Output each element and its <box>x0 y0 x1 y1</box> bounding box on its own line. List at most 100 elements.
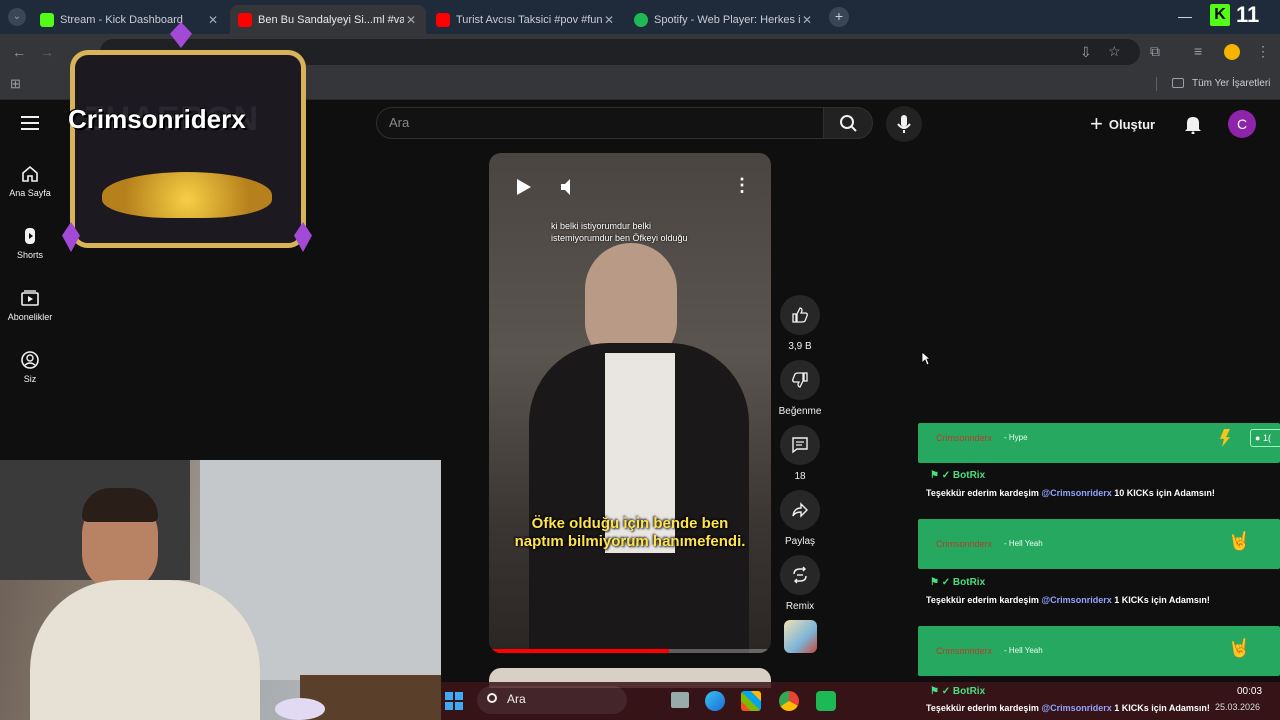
thumbs-up-icon <box>792 307 808 323</box>
progress-fill <box>489 649 670 653</box>
chat-message-text: Teşekkür ederim kardeşim <box>926 703 1042 713</box>
close-tab-icon[interactable]: ✕ <box>602 13 616 27</box>
webcam-person-hair <box>82 488 158 522</box>
chat-event-user: Crimsonriderx <box>936 433 993 443</box>
search-button[interactable] <box>823 107 873 139</box>
folder-icon <box>1172 78 1184 88</box>
webcam-feed <box>0 460 441 720</box>
voice-search-button[interactable] <box>886 106 922 142</box>
chat-event-type: - Hell Yeah <box>1004 646 1043 655</box>
avatar[interactable]: C <box>1228 110 1256 138</box>
bot-name: BotRix <box>952 470 986 481</box>
media-control-icon[interactable]: ≡ <box>1194 43 1202 59</box>
bot-name: BotRix <box>952 577 986 588</box>
install-app-icon[interactable]: ⇩ <box>1080 44 1092 61</box>
tab-title: Spotify - Web Player: Herkes iç <box>654 13 800 26</box>
back-icon[interactable]: ← <box>12 44 26 60</box>
microphone-icon <box>897 115 911 133</box>
new-tab-icon[interactable]: + <box>829 7 849 27</box>
bookmark-star-icon[interactable]: ☆ <box>1108 43 1121 60</box>
windows-start-icon[interactable] <box>445 692 463 710</box>
app-icon[interactable] <box>816 691 836 711</box>
sidebar-item-subscriptions[interactable]: Abonelikler <box>0 288 60 322</box>
close-tab-icon[interactable]: ✕ <box>404 13 418 27</box>
sound-thumbnail[interactable] <box>784 620 817 653</box>
apps-grid-icon[interactable]: ⊞ <box>10 76 21 92</box>
like-button[interactable]: 3,9 B <box>778 295 822 352</box>
remix-icon <box>793 566 807 584</box>
sidebar-item-label: Siz <box>23 374 37 384</box>
youtube-favicon-icon <box>436 12 450 27</box>
bot-tag: ⚑ ✓ BotRix <box>930 470 986 481</box>
kick-amount: 1( <box>1262 433 1271 443</box>
progress-track[interactable] <box>489 649 771 653</box>
taskbar-search[interactable]: Ara <box>477 686 627 714</box>
divider <box>1156 77 1157 91</box>
close-tab-icon[interactable]: ✕ <box>800 13 814 27</box>
subscriptions-icon <box>21 290 39 306</box>
sidebar-item-label: Abonelikler <box>7 312 53 322</box>
sidebar-item-home[interactable]: Ana Sayfa <box>0 164 60 198</box>
forward-icon[interactable]: → <box>40 44 54 60</box>
chat-event-type: - Hype <box>1004 433 1028 442</box>
comments-button[interactable]: 18 <box>778 425 822 482</box>
profile-icon[interactable] <box>1224 44 1240 60</box>
bot-name: BotRix <box>952 686 986 697</box>
home-icon <box>22 165 38 182</box>
short-video-player[interactable]: ⋮ ki belki istiyorumdur belki istemiyoru… <box>489 153 771 653</box>
sidebar-item-label: Ana Sayfa <box>9 188 51 198</box>
lightning-icon <box>1220 429 1230 447</box>
you-icon <box>21 351 39 369</box>
share-icon <box>792 502 808 518</box>
tab-spotify[interactable]: Spotify - Web Player: Herkes iç ✕ <box>626 5 822 34</box>
play-icon[interactable] <box>511 175 535 199</box>
frame-border <box>70 50 306 248</box>
comment-count: 18 <box>794 471 806 482</box>
kick-badge-count: 11 <box>1236 2 1260 27</box>
all-bookmarks-link[interactable]: Tüm Yer İşaretleri <box>1192 78 1270 89</box>
tab-youtube-taksici[interactable]: Turist Avcısı Taksici #pov #funn ✕ <box>428 5 624 34</box>
notifications-bell-icon[interactable] <box>1184 114 1202 139</box>
chrome-icon[interactable] <box>779 691 799 711</box>
webcam-person-sweater <box>30 580 260 720</box>
tab-search-icon[interactable]: ⌄ <box>8 8 26 26</box>
sidebar-item-shorts[interactable]: Shorts <box>0 226 60 260</box>
dislike-button[interactable]: Beğenme <box>778 360 822 417</box>
create-button[interactable]: + Oluştur <box>1090 110 1155 138</box>
clock-date: 25.03.2026 <box>1215 702 1261 712</box>
task-view-icon[interactable] <box>671 692 689 708</box>
hamburger-menu-icon[interactable] <box>21 116 39 130</box>
caption-top: ki belki istiyorumdur belki istemiyorumd… <box>551 221 688 243</box>
more-options-icon[interactable]: ⋮ <box>733 175 751 196</box>
menu-kebab-icon[interactable]: ⋮ <box>1256 43 1270 60</box>
kick-amount-badge: ● 1( <box>1250 429 1280 447</box>
sidebar-item-you[interactable]: Siz <box>0 350 60 384</box>
plus-icon: + <box>1090 111 1103 136</box>
edge-icon[interactable] <box>705 691 725 711</box>
chat-message-text: Teşekkür ederim kardeşim <box>926 595 1042 605</box>
share-button[interactable]: Paylaş <box>778 490 822 547</box>
volume-icon[interactable] <box>557 175 581 199</box>
crystal-icon <box>170 22 192 48</box>
rock-hand-icon: 🤘 <box>1228 638 1251 658</box>
streamer-name: Crimsonriderx <box>68 104 246 134</box>
chat-event-bar: Crimsonriderx - Hell Yeah 🤘 <box>918 626 1280 676</box>
streamer-frame-overlay: ZHAERON Crimsonriderx <box>62 22 314 268</box>
subtitle-text: Öfke olduğu için bende ben naptım bilmiy… <box>514 515 746 550</box>
minimize-icon[interactable]: — <box>1178 8 1192 24</box>
bot-tag: ⚑ ✓ BotRix <box>930 577 986 588</box>
chat-event-user: Crimsonriderx <box>936 646 993 656</box>
dislike-label: Beğenme <box>778 406 822 417</box>
gold-pile-icon <box>102 172 272 218</box>
remix-button[interactable]: Remix <box>778 555 822 612</box>
chat-message-text: 1 KICKs için Adamsın! <box>1111 703 1210 713</box>
chat-event-bar: Crimsonriderx - Hype ● 1( <box>918 423 1280 463</box>
chat-event-user: Crimsonriderx <box>936 539 993 549</box>
chat-event-bar: Crimsonriderx - Hell Yeah 🤘 <box>918 519 1280 569</box>
windows-taskbar: Ara 00:03 25.03.2026 <box>441 682 1280 720</box>
store-icon[interactable] <box>741 691 761 711</box>
extensions-icon[interactable]: ⧉ <box>1150 43 1160 60</box>
search-input[interactable]: Ara <box>376 107 824 139</box>
tab-title: Turist Avcısı Taksici #pov #funn <box>456 13 602 26</box>
chat-message: Teşekkür ederim kardeşim @Crimsonriderx … <box>926 595 1210 605</box>
